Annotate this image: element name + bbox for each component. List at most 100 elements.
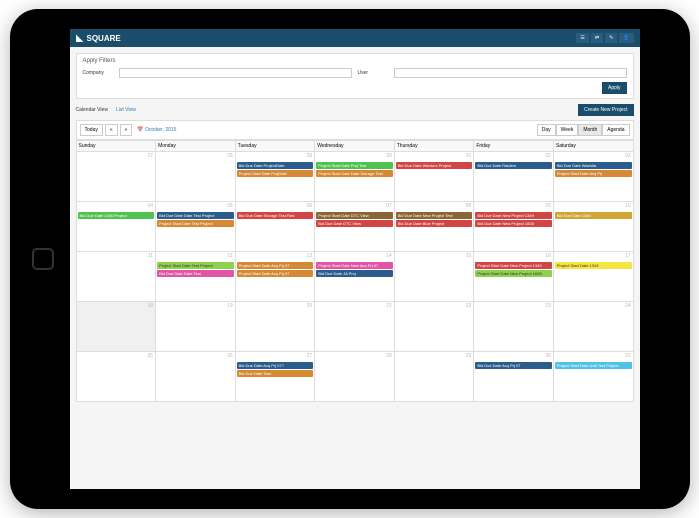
calendar-event[interactable]: Bid Due Date Date Test Project xyxy=(157,212,234,219)
calendar-event[interactable]: Bid Due Date Warriors Project xyxy=(396,162,473,169)
week-view-button[interactable]: Week xyxy=(556,124,579,136)
calendar-cell[interactable]: 27Bid Due Date Acq Prj 07?Bid Due Date T… xyxy=(235,352,315,402)
calendar-event[interactable]: Bid Due Date New Project Test xyxy=(396,212,473,219)
agenda-view-button[interactable]: Agenda xyxy=(602,124,629,136)
calendar-cell[interactable]: 28 xyxy=(315,352,395,402)
calendar-event[interactable]: Bid Due Date JA Proj xyxy=(316,270,393,277)
day-number: 23 xyxy=(545,303,551,309)
calendar-cell[interactable]: 26 xyxy=(156,352,236,402)
calendar-event[interactable]: Bid Due Date Blue Project xyxy=(396,220,473,227)
calendar-event[interactable]: Bid Due Date Storage Test Red xyxy=(237,212,314,219)
calendar-event[interactable]: Bid Due Date Date Test xyxy=(157,270,234,277)
prev-button[interactable]: « xyxy=(105,124,118,136)
home-button[interactable] xyxy=(32,248,54,270)
calendar-cell[interactable]: 17Project Start Date 1343 xyxy=(553,252,633,302)
calendar-cell[interactable]: 27 xyxy=(76,152,156,202)
day-header: Sunday xyxy=(76,141,156,152)
calendar-cell[interactable]: 30Project Start Date Proj TestProject St… xyxy=(315,152,395,202)
day-number: 16 xyxy=(545,253,551,259)
user-input[interactable] xyxy=(394,68,627,78)
calendar-event[interactable]: Project Start Date DTC View xyxy=(316,212,393,219)
calendar-cell[interactable]: 02Bid Due Date Raiders xyxy=(474,152,554,202)
calendar-cell[interactable]: 22 xyxy=(394,302,474,352)
calendar-event[interactable]: Project Start Date New Project 1349 xyxy=(475,262,552,269)
calendar-cell[interactable]: 29Bid Due Date ProjectDateProject Start … xyxy=(235,152,315,202)
calendar-cell[interactable]: 03Bid Due Date WashitaProject Start Date… xyxy=(553,152,633,202)
calendar-cell[interactable]: 08Bid Due Date New Project TestBid Due D… xyxy=(394,202,474,252)
day-number: 15 xyxy=(466,253,472,259)
tablet-frame: SQUARE ☰ ⇄ ✎ 👤 Apply Filters Company Use… xyxy=(10,9,690,509)
calendar-event[interactable]: Project Start Date Acq Prj 07 xyxy=(237,270,314,277)
header-icon-3[interactable]: ✎ xyxy=(605,33,617,43)
calendar-event[interactable]: Project Start Date New Acq Prj 07 xyxy=(316,262,393,269)
calendar-cell[interactable]: 04 Bid Due Date 1000 Project xyxy=(76,202,156,252)
calendar-cell[interactable]: 13 Project Start Date Acq Prj 07Project S… xyxy=(235,252,315,302)
day-number: 21 xyxy=(386,303,392,309)
day-number: 18 xyxy=(148,303,154,309)
calendar-cell[interactable]: 11 xyxy=(76,252,156,302)
day-number: 31 xyxy=(625,353,631,359)
calendar-cell[interactable]: 09Bid Due Date New Project 1349Bid Due D… xyxy=(474,202,554,252)
calendar-event[interactable]: Bid Due Date Raiders xyxy=(475,162,552,169)
date-picker[interactable]: 📅 October, 2015 xyxy=(137,127,176,133)
today-button[interactable]: Today xyxy=(80,124,103,136)
calendar-event[interactable]: Bid Due Date 1346 xyxy=(555,212,632,219)
calendar-event[interactable]: Bid Due Date 1000 Project xyxy=(78,212,155,219)
header-icon-1[interactable]: ☰ xyxy=(576,33,588,43)
header-actions: ☰ ⇄ ✎ 👤 xyxy=(576,33,633,43)
next-button[interactable]: » xyxy=(120,124,133,136)
calendar-event[interactable]: Project Start Date Acq Prj 07 xyxy=(237,262,314,269)
calendar-cell[interactable]: 10Bid Due Date 1346 xyxy=(553,202,633,252)
header-icon-4[interactable]: 👤 xyxy=(619,33,633,43)
calendar-event[interactable]: Bid Due Date Acq Prj 07? xyxy=(237,362,314,369)
calendar-cell[interactable]: 24 xyxy=(553,302,633,352)
calendar-event[interactable]: Project Start Date 1343 xyxy=(555,262,632,269)
calendar-event[interactable]: Bid Due Date Washita xyxy=(555,162,632,169)
calendar-cell[interactable]: 06Bid Due Date Storage Test Red xyxy=(235,202,315,252)
logo-text: SQUARE xyxy=(87,34,121,43)
tab-list[interactable]: List View xyxy=(116,107,136,113)
header-icon-2[interactable]: ⇄ xyxy=(591,33,603,43)
calendar-cell[interactable]: 16 Project Start Date New Project 1349Pro… xyxy=(474,252,554,302)
calendar-grid: SundayMondayTuesdayWednesdayThursdayFrid… xyxy=(76,140,634,402)
calendar-event[interactable]: Project Start Date Test Project xyxy=(157,220,234,227)
calendar-cell[interactable]: 29 xyxy=(394,352,474,402)
month-view-button[interactable]: Month xyxy=(578,124,602,136)
calendar-cell[interactable]: 20 xyxy=(235,302,315,352)
create-project-button[interactable]: Create New Project xyxy=(578,104,633,116)
calendar-cell[interactable]: 30Bid Due Date Acq Prj 07 xyxy=(474,352,554,402)
calendar-cell[interactable]: 23 xyxy=(474,302,554,352)
calendar-cell[interactable]: 12Project Start Date Test ProjectBid Due… xyxy=(156,252,236,302)
calendar-event[interactable]: Project Start Date New Project 1608 xyxy=(475,270,552,277)
calendar-event[interactable]: Project Start Date Date Storage Test xyxy=(316,170,393,177)
calendar-event[interactable]: Bid Due Date ProjectDate xyxy=(237,162,314,169)
calendar-cell[interactable]: 25 xyxy=(76,352,156,402)
calendar-cell[interactable]: 28 xyxy=(156,152,236,202)
calendar-event[interactable]: Bid Due Date Test xyxy=(237,370,314,377)
calendar-event[interactable]: Bid Due Date Acq Prj 07 xyxy=(475,362,552,369)
calendar-cell[interactable]: 14Project Start Date New Acq Prj 07Bid D… xyxy=(315,252,395,302)
calendar-event[interactable]: Project Start Date Unit Test Project xyxy=(555,362,632,369)
calendar-cell[interactable]: 05Bid Due Date Date Test ProjectProject … xyxy=(156,202,236,252)
calendar-event[interactable]: Project Start Date ProjDate xyxy=(237,170,314,177)
apply-button[interactable]: Apply xyxy=(602,82,627,94)
calendar-event[interactable]: Bid Due Date DTC View xyxy=(316,220,393,227)
calendar-event[interactable]: Bid Due Date New Project 1608 xyxy=(475,220,552,227)
company-input[interactable] xyxy=(119,68,352,78)
calendar-cell[interactable]: 07Project Start Date DTC ViewBid Due Dat… xyxy=(315,202,395,252)
calendar-cell[interactable]: 21 xyxy=(315,302,395,352)
calendar-cell[interactable]: 01Bid Due Date Warriors Project xyxy=(394,152,474,202)
calendar-event[interactable]: Project Start Date Proj Test xyxy=(316,162,393,169)
calendar-cell[interactable]: 15 xyxy=(394,252,474,302)
calendar-cell[interactable]: 19 xyxy=(156,302,236,352)
day-number: 04 xyxy=(148,203,154,209)
calendar-toolbar: Today « » 📅 October, 2015 Day Week Month… xyxy=(76,120,634,140)
day-view-button[interactable]: Day xyxy=(537,124,556,136)
day-number: 13 xyxy=(307,253,313,259)
calendar-event[interactable]: Bid Due Date New Project 1349 xyxy=(475,212,552,219)
calendar-cell[interactable]: 18 xyxy=(76,302,156,352)
calendar-event[interactable]: Project Start Date Acq Prj xyxy=(555,170,632,177)
calendar-event[interactable]: Project Start Date Test Project xyxy=(157,262,234,269)
tab-calendar[interactable]: Calendar View xyxy=(76,107,108,113)
calendar-cell[interactable]: 31 Project Start Date Unit Test Project xyxy=(553,352,633,402)
